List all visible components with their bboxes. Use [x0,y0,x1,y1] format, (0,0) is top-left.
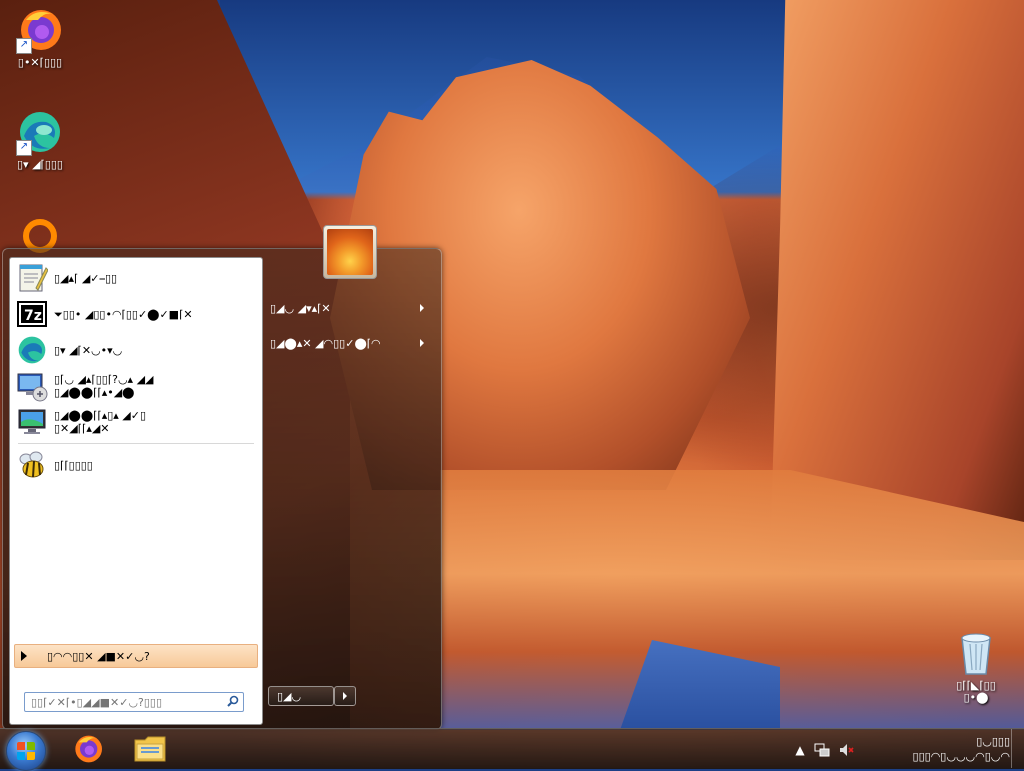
volume-muted-icon[interactable] [838,742,854,758]
start-right-item-1[interactable]: ▯◢◡ ◢▾▴⌈✕ [270,298,430,318]
all-programs-label: ▯◠◠▯▯✕ ◢■✕✓◡? [47,649,150,663]
shutdown-options-button[interactable] [334,686,356,706]
program-separator [18,443,254,444]
start-menu-programs-pane: ▯◢▴⌈ ◢✓⎯▯▯ 7z ⏷▯▯• ◢▯▯•◠⌈▯▯✓⬤✓■⌈✕ ▯▾ ◢⌈✕… [9,257,263,725]
desktop-icon-label: ▯•✕⌈▯▯▯ [17,56,63,69]
shutdown-label: ▯◢◡ [277,689,302,703]
program-item-notepad[interactable]: ▯◢▴⌈ ◢✓⎯▯▯ [10,260,262,296]
chevron-right-icon [420,339,424,347]
program-item-7zip[interactable]: 7z ⏷▯▯• ◢▯▯•◠⌈▯▯✓⬤✓■⌈✕ [10,296,262,332]
svg-text:7z: 7z [24,308,42,324]
search-icon[interactable] [227,695,239,710]
program-item-label: ▯▾ ◢⌈✕◡•▾◡ [54,343,123,357]
program-item-monitor[interactable]: ▯◢⬤⬤⌈⌈▴▯▴ ◢✓▯ ▯✕◢⌈⌈▴◢✕ [10,404,262,440]
show-hidden-icons-icon[interactable]: ▲ [792,742,808,758]
edge-icon [16,334,48,366]
start-button[interactable] [6,731,46,771]
start-right-item-2[interactable]: ▯◢⬤▴✕ ◢◠▯▯✓⬤⌈◠ [270,333,430,353]
firefox-icon: ↗ [16,6,64,54]
shutdown-button[interactable]: ▯◢◡ [268,686,334,706]
taskbar-firefox-button[interactable] [68,731,108,767]
chevron-right-icon [21,651,27,661]
7zip-icon: 7z [16,298,48,330]
flower-picture [327,229,373,275]
monitor-icon [16,406,48,438]
start-right-item-label: ▯◢◡ ◢▾▴⌈✕ [270,301,331,315]
program-item-bee[interactable]: ▯⌈⌈▯▯▯▯ [10,447,262,483]
desktop-icon-label: ▯▾ ◢⌈▯▯▯ [17,158,63,171]
program-item-label: ▯◢⬤⬤⌈⌈▴▯▴ ◢✓▯ ▯✕◢⌈⌈▴◢✕ [54,409,147,435]
folder-icon [134,736,166,762]
program-item-label: ▯⌈◡ ◢▴⌈▯▯⌈?◡▴ ◢◢ ▯◢⬤⬤⌈⌈▴•◢⬤ [54,373,154,399]
windows-logo-icon [17,742,35,760]
taskbar-clock[interactable]: ▯◡▯▯▯ ▯▯▯◠▯◡◡◡◠▯◡◠ [913,734,1010,764]
start-search-input[interactable] [29,694,227,710]
desktop-icon-firefox[interactable]: ↗ ▯•✕⌈▯▯▯ [0,6,80,69]
program-item-label: ⏷▯▯• ◢▯▯•◠⌈▯▯✓⬤✓■⌈✕ [54,307,193,321]
notepad-icon [16,262,49,294]
program-item-label: ▯⌈⌈▯▯▯▯ [54,458,93,472]
desktop-icon-label: ▯⌈⌈◣⌈▯▯ ▯•⬤ [956,679,996,704]
start-search-box[interactable] [24,692,244,712]
chevron-right-icon [420,304,424,312]
start-right-item-label: ▯◢⬤▴✕ ◢◠▯▯✓⬤⌈◠ [270,336,381,350]
clock-time: ▯◡▯▯▯ [976,735,1010,748]
chevron-right-icon [343,692,347,700]
network-icon[interactable] [814,742,830,758]
bee-icon [16,449,48,481]
recycle-bin-icon [952,630,1000,678]
user-account-picture[interactable] [323,225,377,279]
desktop-icon-recycle-bin[interactable]: ▯⌈⌈◣⌈▯▯ ▯•⬤ [936,630,1016,704]
desktop-icon-edge[interactable]: ↗ ▯▾ ◢⌈▯▯▯ [0,108,80,171]
all-programs-button[interactable]: ▯◠◠▯▯✕ ◢■✕✓◡? [14,644,258,668]
remote-desktop-icon [16,370,48,402]
program-item-label: ▯◢▴⌈ ◢✓⎯▯▯ [54,271,118,285]
program-item-edge[interactable]: ▯▾ ◢⌈✕◡•▾◡ [10,332,262,368]
shortcut-arrow-icon: ↗ [16,38,32,54]
taskbar-explorer-button[interactable] [130,731,170,767]
edge-icon: ↗ [16,108,64,156]
start-menu: ▯◢▴⌈ ◢✓⎯▯▯ 7z ⏷▯▯• ◢▯▯•◠⌈▯▯✓⬤✓■⌈✕ ▯▾ ◢⌈✕… [2,248,442,730]
shortcut-arrow-icon: ↗ [16,140,32,156]
firefox-icon [75,735,102,763]
program-item-remote-desktop[interactable]: ▯⌈◡ ◢▴⌈▯▯⌈?◡▴ ◢◢ ▯◢⬤⬤⌈⌈▴•◢⬤ [10,368,262,404]
clock-date: ▯▯▯◠▯◡◡◡◠▯◡◠ [912,750,1010,763]
show-desktop-button[interactable] [1011,729,1024,768]
